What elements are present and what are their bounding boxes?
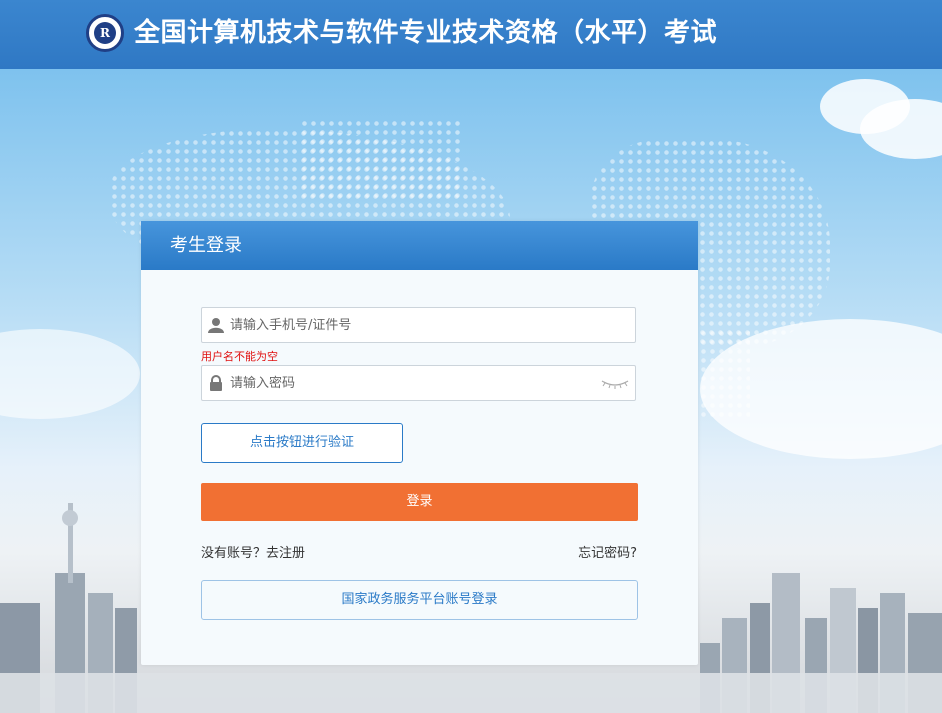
username-error: 用户名不能为空 bbox=[201, 350, 278, 363]
username-field[interactable] bbox=[201, 307, 636, 343]
login-heading: 考生登录 bbox=[141, 221, 698, 270]
exam-emblem-icon: R bbox=[86, 14, 124, 52]
password-input[interactable] bbox=[230, 366, 610, 400]
lock-icon bbox=[210, 375, 222, 391]
password-field[interactable] bbox=[201, 365, 636, 401]
user-icon bbox=[208, 318, 224, 333]
verify-button[interactable]: 点击按钮进行验证 bbox=[201, 423, 403, 463]
login-button[interactable]: 登录 bbox=[201, 483, 638, 521]
register-link[interactable]: 没有账号？去注册 bbox=[201, 542, 305, 561]
login-panel: 考生登录 用户名不能为空 点击按钮进行验证 登录 没有账号？去注册 忘记密码? … bbox=[141, 221, 698, 665]
site-title: 全国计算机技术与软件专业技术资格（水平）考试 bbox=[134, 18, 718, 48]
username-input[interactable] bbox=[230, 308, 610, 342]
gov-service-login-button[interactable]: 国家政务服务平台账号登录 bbox=[201, 580, 638, 620]
site-header: R 全国计算机技术与软件专业技术资格（水平）考试 bbox=[0, 0, 942, 69]
forgot-password-link[interactable]: 忘记密码? bbox=[578, 542, 637, 561]
eye-closed-icon[interactable] bbox=[601, 379, 629, 389]
